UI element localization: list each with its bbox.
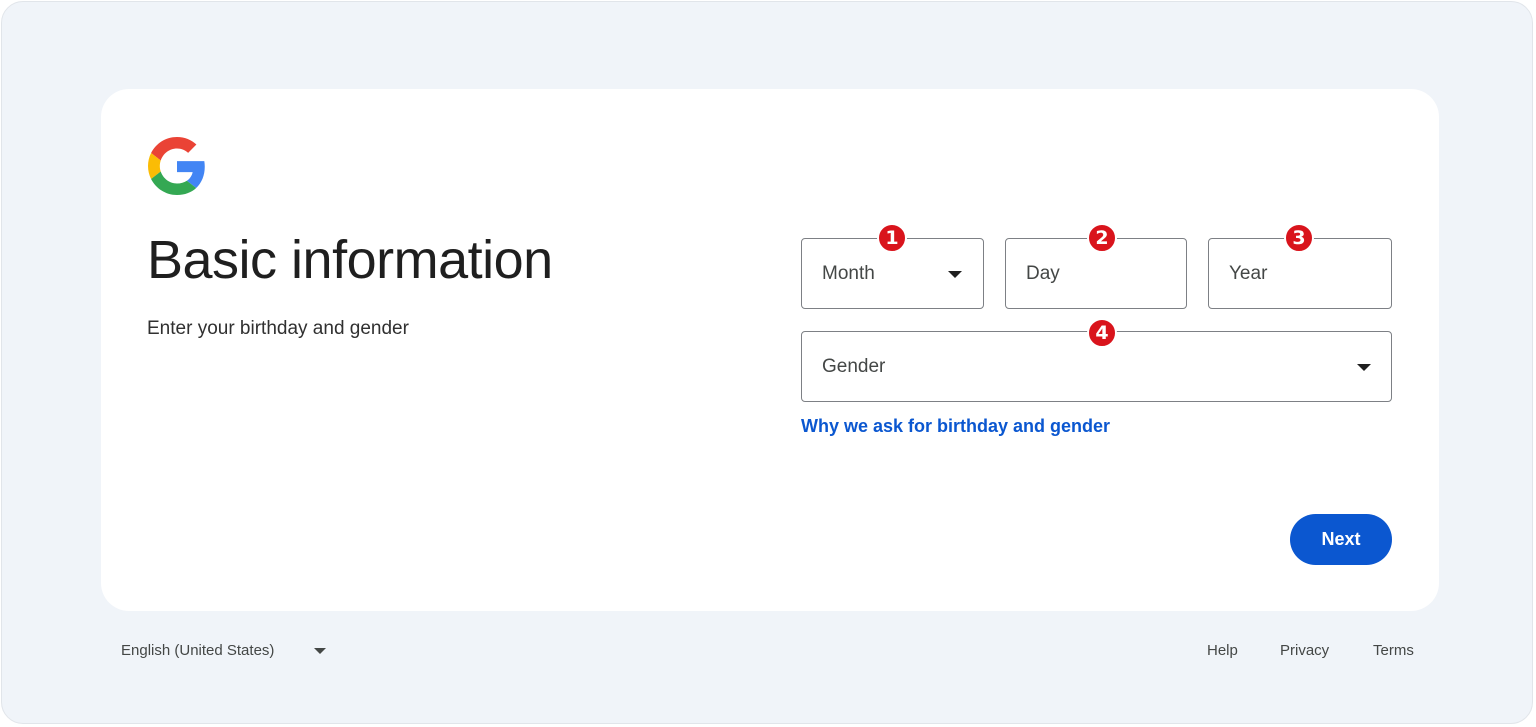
footer-link-privacy[interactable]: Privacy <box>1280 642 1329 659</box>
caret-down-icon <box>1357 364 1371 371</box>
step-badge-2: 2 <box>1087 223 1117 253</box>
next-button[interactable]: Next <box>1290 514 1392 565</box>
google-logo-icon <box>148 137 205 195</box>
caret-down-icon <box>314 647 327 654</box>
caret-down-icon <box>948 271 962 278</box>
year-placeholder: Year <box>1229 262 1268 284</box>
page-subtitle: Enter your birthday and gender <box>147 318 409 339</box>
month-placeholder: Month <box>822 262 875 284</box>
signup-card: Basic information Enter your birthday an… <box>101 89 1439 611</box>
step-badge-1: 1 <box>877 223 907 253</box>
step-badge-3: 3 <box>1284 223 1314 253</box>
footer-link-help[interactable]: Help <box>1207 642 1238 659</box>
why-we-ask-link[interactable]: Why we ask for birthday and gender <box>801 416 1110 437</box>
language-label: English (United States) <box>121 642 275 659</box>
step-badge-4: 4 <box>1087 318 1117 348</box>
page-title: Basic information <box>147 230 553 290</box>
page-background: Basic information Enter your birthday an… <box>1 1 1533 724</box>
language-selector[interactable]: English (United States) <box>121 642 327 659</box>
footer-link-terms[interactable]: Terms <box>1373 642 1414 659</box>
gender-placeholder: Gender <box>822 355 886 377</box>
day-placeholder: Day <box>1026 262 1060 284</box>
